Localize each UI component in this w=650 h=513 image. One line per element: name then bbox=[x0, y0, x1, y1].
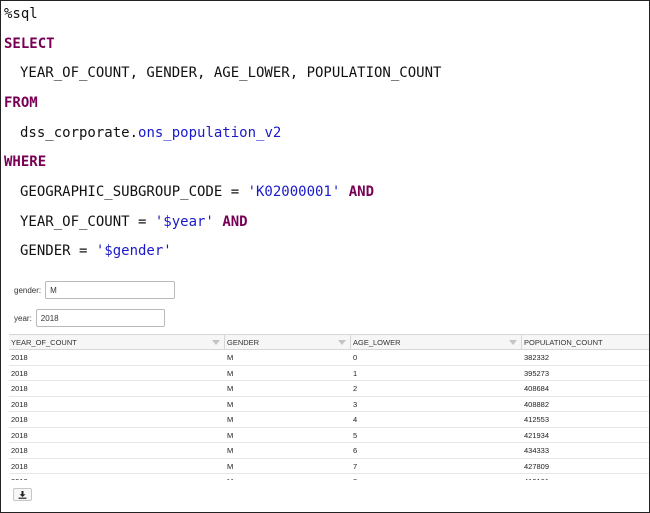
table-cell: 395273 bbox=[524, 368, 550, 378]
param-year: year: bbox=[14, 309, 165, 327]
table-cell: 5 bbox=[353, 430, 358, 440]
table-body: 2018 M 0 382332 2018 M 1 395273 2018 M 2 408684 2018… bbox=[9, 350, 649, 480]
table-cell: 2018 bbox=[11, 430, 28, 440]
table-cell: 2018 bbox=[11, 399, 28, 409]
table-cell: 427809 bbox=[524, 461, 550, 471]
column-header-population-count[interactable]: POPULATION_COUNT bbox=[522, 335, 649, 349]
param-year-label: year: bbox=[14, 313, 32, 323]
table-cell: 3 bbox=[353, 399, 358, 409]
gender-input[interactable] bbox=[45, 281, 176, 299]
param-gender: gender: bbox=[14, 281, 176, 299]
table-row: 2018M8419161 bbox=[9, 474, 649, 480]
table-cell: 419161 bbox=[522, 474, 649, 480]
table-cell: 2018 bbox=[11, 384, 28, 393]
table-cell: 2018 bbox=[11, 461, 28, 471]
table-cell: M bbox=[227, 446, 234, 455]
table-cell: 2018 bbox=[9, 474, 225, 480]
table-cell: 2018 bbox=[11, 353, 28, 362]
column-header-age-lower[interactable]: AGE_LOWER bbox=[351, 335, 522, 349]
table-cell: M bbox=[227, 353, 234, 362]
table-cell: 8 bbox=[351, 474, 522, 480]
table-row: 2018 M 3 408882 bbox=[9, 397, 649, 412]
code-line-magic: %sql bbox=[4, 6, 38, 22]
table-cell: 412553 bbox=[524, 415, 550, 424]
sort-caret-icon[interactable] bbox=[212, 340, 220, 345]
table-row: 2018 M 2 408684 bbox=[9, 381, 649, 397]
table-cell: 408882 bbox=[524, 399, 550, 409]
code-line-where: WHERE bbox=[4, 154, 47, 170]
table-header: YEAR_OF_COUNT GENDER AGE_LOWER POPULATIO… bbox=[9, 334, 649, 350]
table-cell: M bbox=[227, 384, 234, 393]
table-cell: 2 bbox=[353, 384, 358, 393]
table-cell: 434333 bbox=[524, 446, 550, 455]
result-table: YEAR_OF_COUNT GENDER AGE_LOWER POPULATIO… bbox=[9, 334, 649, 480]
code-line-cond3: GENDER = '$gender' bbox=[20, 243, 172, 259]
sort-caret-icon[interactable] bbox=[509, 340, 517, 345]
download-button[interactable] bbox=[13, 488, 32, 501]
column-header-year-of-count[interactable]: YEAR_OF_COUNT bbox=[9, 335, 225, 349]
sort-caret-icon[interactable] bbox=[338, 340, 346, 345]
param-gender-label: gender: bbox=[14, 285, 42, 295]
code-line-table: dss_corporate.ons_population_v2 bbox=[20, 125, 282, 141]
table-cell: 1 bbox=[353, 368, 358, 378]
table-row: 2018 M 7 427809 bbox=[9, 459, 649, 474]
table-cell: M bbox=[227, 415, 234, 424]
column-header-gender[interactable]: GENDER bbox=[225, 335, 351, 349]
code-line-columns: YEAR_OF_COUNT, GENDER, AGE_LOWER, POPULA… bbox=[20, 65, 442, 81]
code-line-cond2: YEAR_OF_COUNT = '$year' AND bbox=[20, 214, 248, 230]
table-cell: 2018 bbox=[11, 415, 28, 424]
table-cell: 408684 bbox=[524, 384, 550, 393]
table-cell: 4 bbox=[353, 415, 358, 424]
table-cell: 0 bbox=[353, 353, 358, 362]
table-cell: 421934 bbox=[524, 430, 550, 440]
table-cell: 6 bbox=[353, 446, 358, 455]
code-line-select: SELECT bbox=[4, 36, 55, 52]
table-cell: M bbox=[227, 368, 234, 378]
table-cell: 7 bbox=[353, 461, 358, 471]
table-row: 2018 M 4 412553 bbox=[9, 412, 649, 428]
table-cell: M bbox=[227, 461, 234, 471]
code-line-from: FROM bbox=[4, 95, 38, 111]
table-cell: 382332 bbox=[524, 353, 550, 362]
code-line-cond1: GEOGRAPHIC_SUBGROUP_CODE = 'K02000001' A… bbox=[20, 184, 375, 200]
table-row: 2018 M 5 421934 bbox=[9, 428, 649, 443]
table-row: 2018 M 1 395273 bbox=[9, 366, 649, 381]
table-cell: M bbox=[225, 474, 351, 480]
table-row: 2018 M 0 382332 bbox=[9, 350, 649, 366]
table-row: 2018 M 6 434333 bbox=[9, 443, 649, 459]
table-cell: 2018 bbox=[11, 446, 28, 455]
table-cell: M bbox=[227, 399, 234, 409]
table-cell: 2018 bbox=[11, 368, 28, 378]
year-input[interactable] bbox=[35, 309, 165, 327]
download-icon bbox=[18, 490, 27, 499]
table-cell: M bbox=[227, 430, 234, 440]
notebook-paragraph: %sql SELECT YEAR_OF_COUNT, GENDER, AGE_L… bbox=[0, 0, 650, 513]
